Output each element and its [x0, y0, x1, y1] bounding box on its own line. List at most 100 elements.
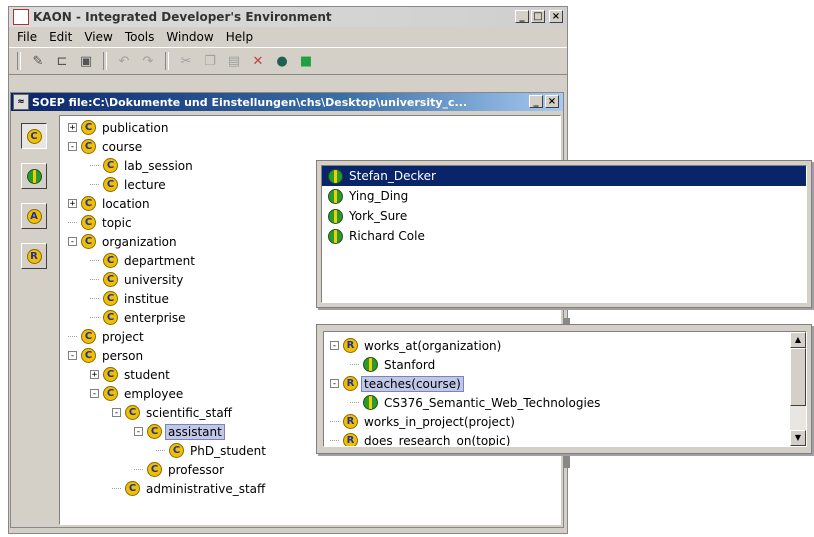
instance-item[interactable]: Stefan_Decker	[322, 166, 806, 186]
concept-tree-item[interactable]: - Cemployee	[90, 384, 183, 403]
instances-list[interactable]: Stefan_Decker Ying_Ding York_Sure Richard C…	[321, 165, 807, 303]
concept-icon: C	[26, 128, 42, 144]
scroll-up-button[interactable]: ▲	[790, 332, 806, 348]
scroll-thumb[interactable]	[790, 348, 806, 406]
copy-icon[interactable]: ❐	[201, 52, 219, 70]
expand-icon[interactable]: +	[68, 123, 77, 133]
relation-item[interactable]: - Rteaches(course)	[330, 374, 464, 393]
concept-tree-item[interactable]: - Cassistant	[134, 422, 225, 441]
collapse-icon[interactable]: -	[112, 408, 121, 418]
relation-icon: R	[343, 376, 358, 391]
relations-view-button[interactable]: R	[21, 243, 47, 269]
menu-help[interactable]: Help	[220, 30, 259, 44]
concept-tree-item[interactable]: Clab_session	[90, 156, 193, 175]
instance-icon	[363, 357, 378, 372]
relation-value-item[interactable]: CS376_Semantic_Web_Technologies	[350, 393, 600, 412]
instance-item[interactable]: Richard Cole	[322, 226, 806, 246]
relation-item[interactable]: Rdoes_research_on(topic)	[330, 431, 510, 446]
paste-icon[interactable]: ▤	[225, 52, 243, 70]
concept-tree-item[interactable]: + Cpublication	[68, 118, 168, 137]
minimize-button[interactable]: _	[515, 10, 529, 23]
close-button[interactable]: ×	[549, 10, 563, 23]
menu-view[interactable]: View	[78, 30, 118, 44]
collapse-icon[interactable]: -	[330, 341, 339, 351]
maximize-button[interactable]: □	[531, 10, 545, 23]
tree-connector	[90, 165, 99, 166]
new-icon[interactable]: ✎	[29, 52, 47, 70]
inner-close-button[interactable]: ×	[545, 95, 559, 108]
instance-item[interactable]: York_Sure	[322, 206, 806, 226]
concept-tree-item[interactable]: Centerprise	[90, 308, 186, 327]
main-title-bar[interactable]: KAON - Integrated Developer's Environmen…	[9, 7, 567, 27]
concept-tree-item[interactable]: + Cstudent	[90, 365, 170, 384]
relation-item[interactable]: Rworks_in_project(project)	[330, 412, 515, 431]
ontology-window-title-bar[interactable]: ≈ SOEP file:C:\Dokumente und Einstellung…	[11, 93, 563, 111]
instance-icon	[328, 208, 343, 224]
relation-value-label: CS376_Semantic_Web_Technologies	[384, 395, 601, 410]
collapse-icon[interactable]: -	[90, 389, 99, 399]
toolbar-separator	[165, 52, 169, 70]
tree-connector	[134, 469, 143, 470]
view-sidebar: C A R	[21, 123, 47, 283]
concept-tree-item[interactable]: Cinstitue	[90, 289, 169, 308]
collapse-icon[interactable]: -	[68, 142, 77, 152]
redo-icon[interactable]: ↷	[139, 52, 157, 70]
cut-icon[interactable]: ✂	[177, 52, 195, 70]
concept-tree-item[interactable]: Cuniversity	[90, 270, 183, 289]
concept-tree-item[interactable]: - Corganization	[68, 232, 177, 251]
ontology-window: ≈ SOEP file:C:\Dokumente und Einstellung…	[10, 92, 564, 528]
save-icon[interactable]: ▣	[77, 52, 95, 70]
menu-edit[interactable]: Edit	[43, 30, 78, 44]
concept-tree-item[interactable]: Cprofessor	[134, 460, 224, 479]
attributes-view-button[interactable]: A	[21, 203, 47, 229]
relations-scrollbar[interactable]: ▲ ▼	[790, 332, 806, 446]
collapse-icon[interactable]: -	[134, 427, 143, 437]
concept-icon: C	[103, 310, 118, 325]
concept-label: employee	[124, 386, 184, 401]
expand-icon[interactable]: +	[68, 199, 77, 209]
menu-tools[interactable]: Tools	[119, 30, 161, 44]
relations-tree[interactable]: - Rworks_at(organization) Stanford - Rteache…	[323, 331, 807, 447]
inner-minimize-button[interactable]: _	[529, 95, 543, 108]
concept-tree-item[interactable]: + Clocation	[68, 194, 150, 213]
tree-connector	[68, 336, 77, 337]
menu-file[interactable]: File	[11, 30, 43, 44]
layout-icon[interactable]: ✕	[249, 52, 267, 70]
concept-tree-item[interactable]: - Ccourse	[68, 137, 142, 156]
globe-icon[interactable]: ●	[273, 52, 291, 70]
concept-label: lab_session	[124, 158, 193, 173]
concept-tree-item[interactable]: - Cscientific_staff	[112, 403, 232, 422]
concept-label: lecture	[124, 177, 166, 192]
tree-connector	[330, 421, 339, 422]
concept-icon: C	[81, 234, 96, 249]
relation-item[interactable]: - Rworks_at(organization)	[330, 336, 501, 355]
concept-tree-item[interactable]: Cadministrative_staff	[112, 479, 265, 498]
concept-icon: C	[125, 481, 140, 496]
instances-view-button[interactable]	[21, 163, 47, 189]
database-icon[interactable]: ■	[297, 52, 315, 70]
concept-tree-item[interactable]: - Cperson	[68, 346, 143, 365]
concept-tree-item[interactable]: Ctopic	[68, 213, 132, 232]
tree-connector	[350, 402, 359, 403]
expand-icon[interactable]: +	[90, 370, 99, 380]
relation-icon: R	[26, 248, 42, 264]
collapse-icon[interactable]: -	[330, 379, 339, 389]
menu-window[interactable]: Window	[160, 30, 219, 44]
concept-label: professor	[168, 462, 225, 477]
collapse-icon[interactable]: -	[68, 351, 77, 361]
undo-icon[interactable]: ↶	[115, 52, 133, 70]
instance-icon	[328, 228, 343, 244]
collapse-icon[interactable]: -	[68, 237, 77, 247]
concept-tree-item[interactable]: Cproject	[68, 327, 144, 346]
concept-tree-item[interactable]: Cdepartment	[90, 251, 195, 270]
tree-connector	[90, 260, 99, 261]
instance-item[interactable]: Ying_Ding	[322, 186, 806, 206]
relations-panel: - Rworks_at(organization) Stanford - Rteache…	[316, 324, 812, 454]
concepts-view-button[interactable]: C	[21, 123, 47, 149]
scroll-down-button[interactable]: ▼	[790, 430, 806, 446]
concept-tree-item[interactable]: C PhD_student	[156, 441, 266, 460]
concept-tree-item[interactable]: Clecture	[90, 175, 166, 194]
relation-label: teaches(course)	[361, 375, 464, 392]
relation-value-item[interactable]: Stanford	[350, 355, 435, 374]
open-icon[interactable]: ⊏	[53, 52, 71, 70]
